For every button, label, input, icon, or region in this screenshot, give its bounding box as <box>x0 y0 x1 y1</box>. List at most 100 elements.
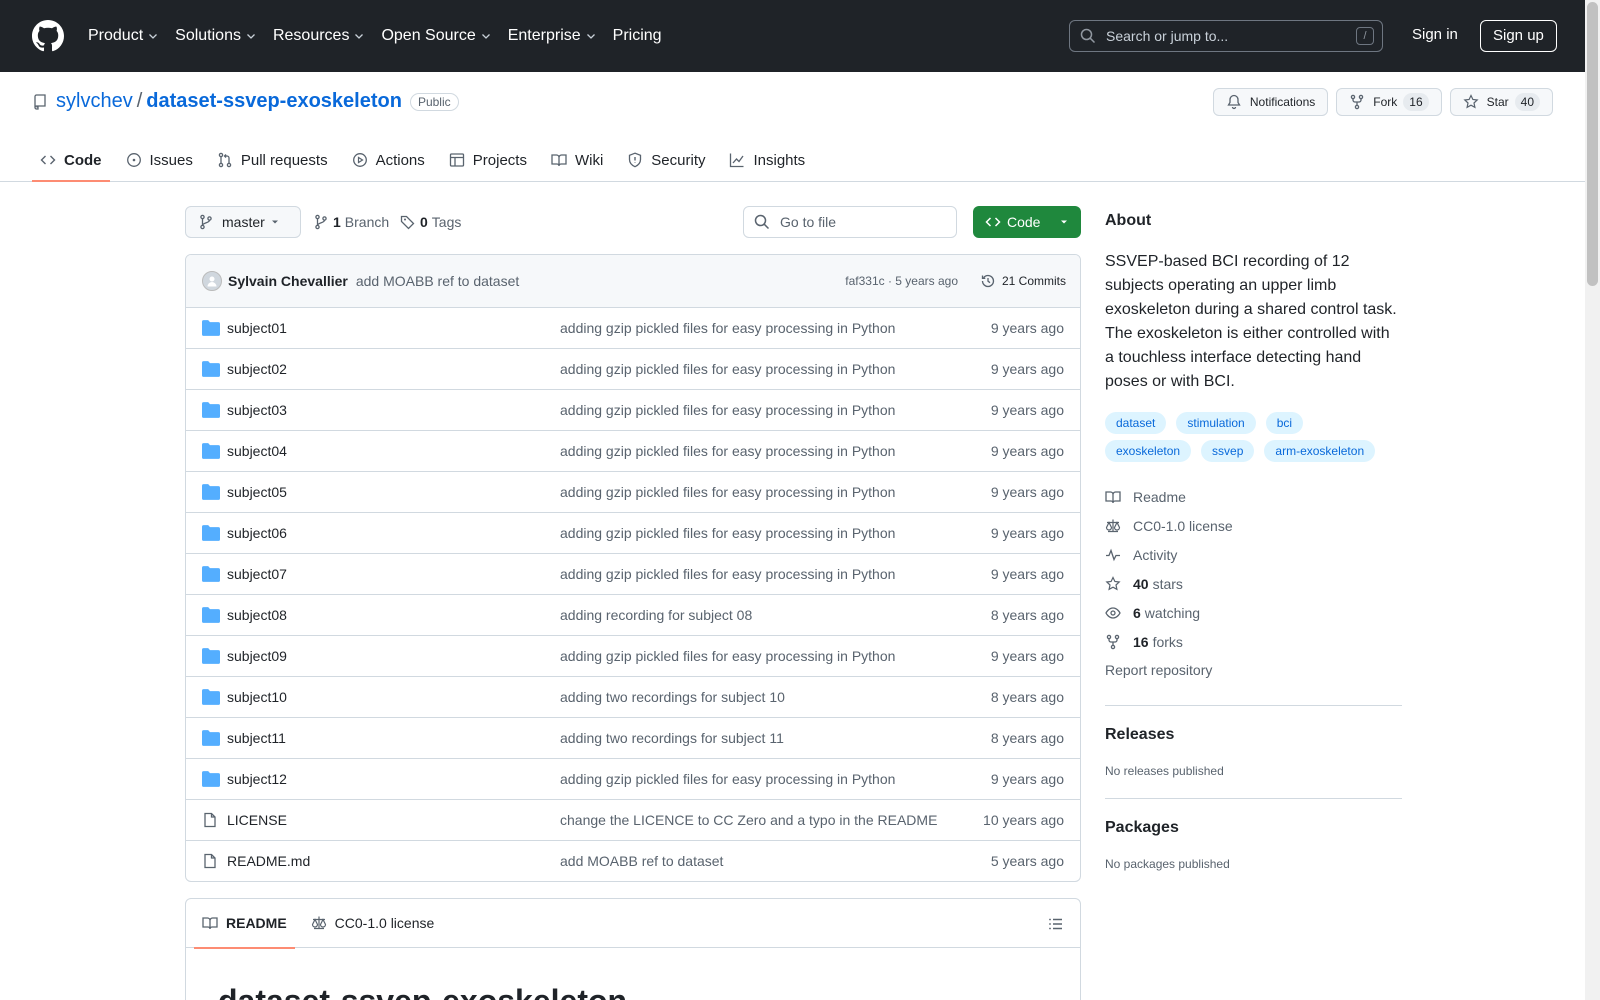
license-link[interactable]: CC0-1.0 license <box>1105 511 1402 540</box>
tab-code[interactable]: Code <box>32 138 110 182</box>
table-row[interactable]: subject04 adding gzip pickled files for e… <box>186 431 1080 472</box>
github-logo-icon[interactable] <box>32 20 64 52</box>
file-commit-age: 9 years ago <box>990 771 1064 787</box>
nav-resources[interactable]: Resources <box>273 27 365 45</box>
file-commit-message[interactable]: adding gzip pickled files for easy proce… <box>560 771 895 787</box>
table-row[interactable]: subject09 adding gzip pickled files for e… <box>186 636 1080 677</box>
file-commit-message[interactable]: adding two recordings for subject 11 <box>560 730 784 746</box>
tab-license[interactable]: CC0-1.0 license <box>303 899 443 948</box>
file-name-link[interactable]: subject07 <box>227 566 287 582</box>
tab-issues[interactable]: Issues <box>118 138 201 182</box>
page-scrollbar[interactable] <box>1585 0 1600 1000</box>
avatar[interactable] <box>202 271 222 291</box>
file-commit-message[interactable]: adding gzip pickled files for easy proce… <box>560 320 895 336</box>
table-row[interactable]: subject03 adding gzip pickled files for e… <box>186 390 1080 431</box>
file-name-link[interactable]: subject04 <box>227 443 287 459</box>
tab-readme[interactable]: README <box>194 899 295 949</box>
file-toolbar: master 1 Branch 0 Tags Go to file Code <box>185 206 1081 238</box>
file-name-link[interactable]: subject12 <box>227 771 287 787</box>
file-name-link[interactable]: subject05 <box>227 484 287 500</box>
branch-select-button[interactable]: master <box>185 206 301 238</box>
tab-actions[interactable]: Actions <box>344 138 433 182</box>
file-name-link[interactable]: subject03 <box>227 402 287 418</box>
sign-up-button[interactable]: Sign up <box>1480 20 1557 52</box>
file-commit-message[interactable]: adding recording for subject 08 <box>560 607 752 623</box>
file-commit-message[interactable]: adding gzip pickled files for easy proce… <box>560 443 895 459</box>
table-row[interactable]: LICENSE change the LICENCE to CC Zero and… <box>186 800 1080 841</box>
nav-pricing[interactable]: Pricing <box>613 27 662 45</box>
notifications-button[interactable]: Notifications <box>1212 88 1329 116</box>
tab-pull-requests[interactable]: Pull requests <box>209 138 336 182</box>
tab-projects[interactable]: Projects <box>441 138 535 182</box>
about-description: SSVEP-based BCI recording of 12 subjects… <box>1105 253 1397 390</box>
file-name-link[interactable]: subject08 <box>227 607 287 623</box>
sign-in-link[interactable]: Sign in <box>1412 26 1458 43</box>
file-commit-message[interactable]: add MOABB ref to dataset <box>560 853 723 869</box>
nav-solutions[interactable]: Solutions <box>175 27 257 45</box>
commit-sha-age[interactable]: faf331c · 5 years ago <box>845 274 958 288</box>
report-repository-link[interactable]: Report repository <box>1105 656 1402 685</box>
table-row[interactable]: subject07 adding gzip pickled files for e… <box>186 554 1080 595</box>
topic-tag[interactable]: bci <box>1265 412 1304 434</box>
table-row[interactable]: subject06 adding gzip pickled files for e… <box>186 513 1080 554</box>
repo-header: sylvchev / dataset-ssvep-exoskeleton Pub… <box>0 72 1585 182</box>
tab-insights[interactable]: Insights <box>721 138 813 182</box>
commit-message[interactable]: add MOABB ref to dataset <box>356 273 519 289</box>
forks-link[interactable]: 16 forks <box>1105 627 1402 656</box>
file-commit-message[interactable]: adding gzip pickled files for easy proce… <box>560 484 895 500</box>
file-name-link[interactable]: subject10 <box>227 689 287 705</box>
packages-title[interactable]: Packages <box>1105 819 1402 837</box>
topic-tag[interactable]: dataset <box>1105 412 1167 434</box>
table-row[interactable]: subject08 adding recording for subject 08… <box>186 595 1080 636</box>
nav-open-source[interactable]: Open Source <box>381 27 491 45</box>
topic-tag[interactable]: ssvep <box>1201 440 1255 462</box>
tab-wiki[interactable]: Wiki <box>543 138 611 182</box>
watching-link[interactable]: 6 watching <box>1105 598 1402 627</box>
commit-author[interactable]: Sylvain Chevallier <box>228 273 348 289</box>
readme-link[interactable]: Readme <box>1105 482 1402 511</box>
nav-product[interactable]: Product <box>88 27 159 45</box>
commits-link[interactable]: 21 Commits <box>980 273 1066 289</box>
releases-title[interactable]: Releases <box>1105 726 1402 744</box>
file-commit-message[interactable]: adding two recordings for subject 10 <box>560 689 785 705</box>
code-dropdown-button[interactable]: Code <box>973 206 1081 238</box>
file-name-link[interactable]: README.md <box>227 853 310 869</box>
table-row[interactable]: README.md add MOABB ref to dataset 5 years… <box>186 841 1080 881</box>
file-commit-message[interactable]: change the LICENCE to CC Zero and a typo… <box>560 812 937 828</box>
file-name-link[interactable]: LICENSE <box>227 812 287 828</box>
scrollbar-thumb[interactable] <box>1587 2 1598 286</box>
file-commit-message[interactable]: adding gzip pickled files for easy proce… <box>560 525 895 541</box>
tab-security[interactable]: Security <box>619 138 713 182</box>
topic-tag[interactable]: stimulation <box>1176 412 1256 434</box>
file-commit-message[interactable]: adding gzip pickled files for easy proce… <box>560 566 895 582</box>
file-commit-message[interactable]: adding gzip pickled files for easy proce… <box>560 648 895 664</box>
nav-enterprise[interactable]: Enterprise <box>508 27 597 45</box>
file-name-link[interactable]: subject06 <box>227 525 287 541</box>
topic-tag[interactable]: arm-exoskeleton <box>1264 440 1376 462</box>
file-commit-message[interactable]: adding gzip pickled files for easy proce… <box>560 361 895 377</box>
file-name-link[interactable]: subject09 <box>227 648 287 664</box>
activity-link[interactable]: Activity <box>1105 540 1402 569</box>
table-row[interactable]: subject12 adding gzip pickled files for e… <box>186 759 1080 800</box>
tags-link[interactable]: 0 Tags <box>400 206 461 238</box>
repo-owner-link[interactable]: sylvchev <box>56 90 133 113</box>
list-icon[interactable] <box>1048 916 1064 932</box>
table-row[interactable]: subject11 adding two recordings for subje… <box>186 718 1080 759</box>
repo-name-link[interactable]: dataset-ssvep-exoskeleton <box>146 90 402 113</box>
branches-link[interactable]: 1 Branch <box>313 206 389 238</box>
stars-link[interactable]: 40 stars <box>1105 569 1402 598</box>
file-name-link[interactable]: subject11 <box>227 730 286 746</box>
fork-button[interactable]: Fork 16 <box>1336 88 1442 116</box>
file-name-link[interactable]: subject02 <box>227 361 287 377</box>
file-name-link[interactable]: subject01 <box>227 320 287 336</box>
search-input[interactable]: Search or jump to... / <box>1069 20 1383 52</box>
topic-tag[interactable]: exoskeleton <box>1105 440 1192 462</box>
table-row[interactable]: subject01 adding gzip pickled files for e… <box>186 308 1080 349</box>
tab-insights-label: Insights <box>753 151 806 169</box>
file-commit-message[interactable]: adding gzip pickled files for easy proce… <box>560 402 895 418</box>
go-to-file-input[interactable]: Go to file <box>743 206 957 238</box>
star-button[interactable]: Star 40 <box>1449 88 1553 116</box>
table-row[interactable]: subject10 adding two recordings for subje… <box>186 677 1080 718</box>
table-row[interactable]: subject02 adding gzip pickled files for e… <box>186 349 1080 390</box>
table-row[interactable]: subject05 adding gzip pickled files for e… <box>186 472 1080 513</box>
